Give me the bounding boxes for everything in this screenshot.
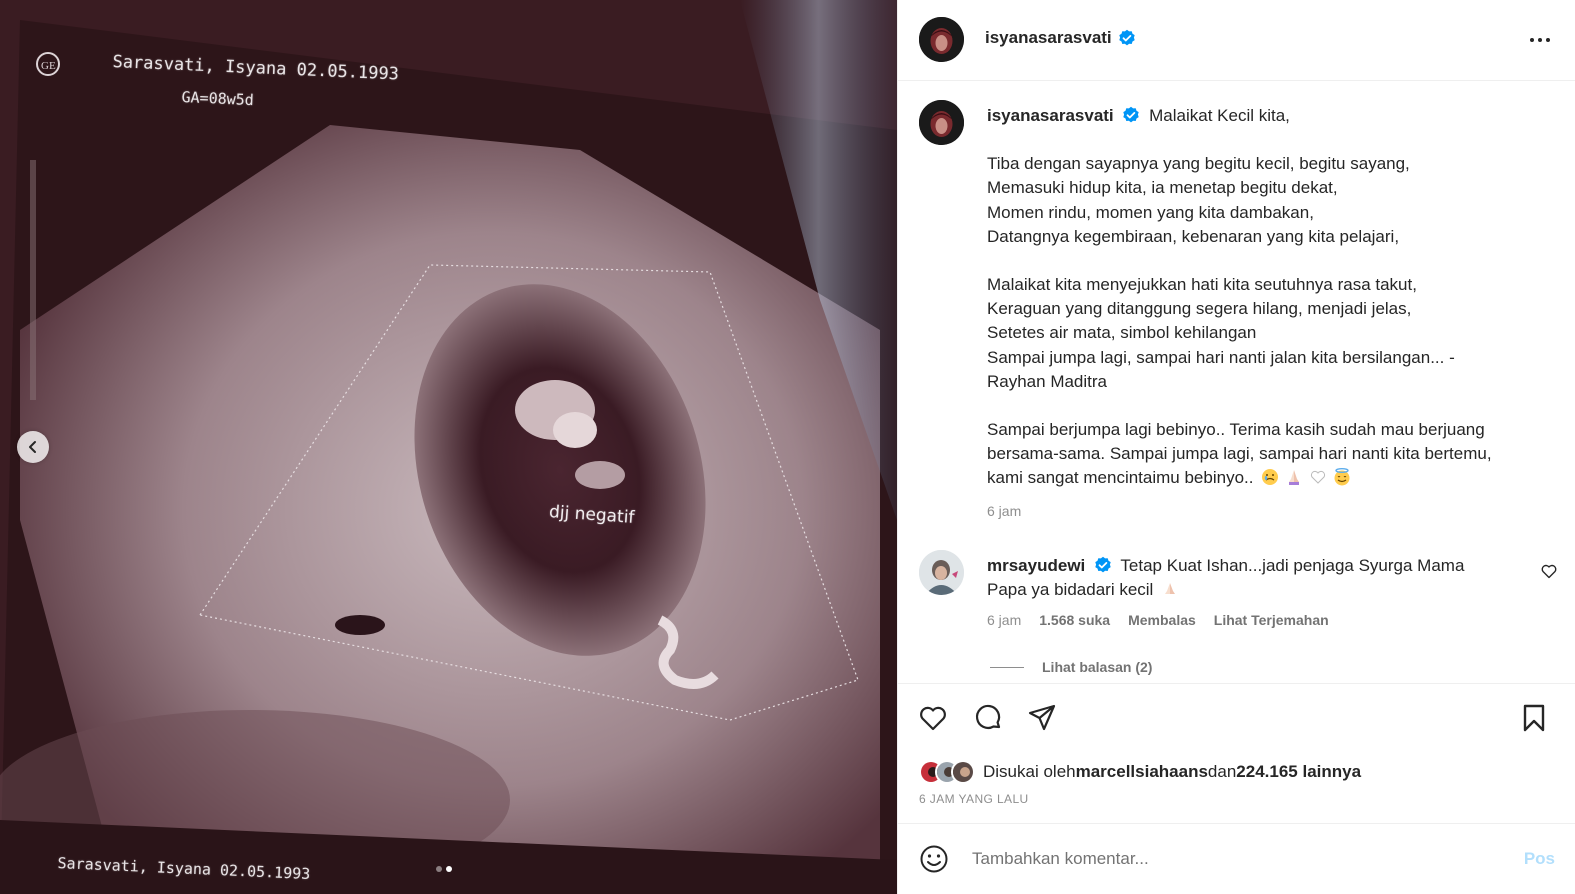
likes-summary: Disukai oleh marcellsiahaans dan 224.165…	[919, 760, 1361, 784]
comment-icon[interactable]	[972, 702, 1004, 734]
caption-first-line: Malaikat Kecil kita,	[1149, 106, 1290, 125]
comment-heart-icon[interactable]	[1540, 562, 1558, 580]
emoji-icon[interactable]	[919, 844, 949, 874]
more-icon[interactable]	[1528, 30, 1552, 50]
svg-text:GE: GE	[41, 60, 56, 72]
view-replies-button[interactable]: Lihat balasan (2)	[990, 659, 1152, 675]
liked-by-user[interactable]: marcellsiahaans	[1076, 762, 1208, 782]
author-username-text[interactable]: isyanasarasvati	[985, 28, 1112, 48]
liker-avatar[interactable]	[951, 760, 975, 784]
comment-input[interactable]	[972, 844, 1492, 874]
post-time-ago[interactable]: 6 JAM YANG LALU	[919, 792, 1029, 806]
crying-face-icon	[1262, 469, 1279, 486]
commenter-username[interactable]: mrsayudewi	[987, 556, 1085, 575]
comment-time[interactable]: 6 jam	[987, 612, 1021, 628]
comment-reply-button[interactable]: Membalas	[1128, 612, 1196, 628]
verified-badge-icon	[1118, 29, 1135, 46]
folded-hands-icon	[1165, 583, 1176, 595]
likes-count[interactable]: 224.165 lainnya	[1236, 762, 1361, 782]
liker-avatars	[919, 760, 975, 784]
white-heart-icon	[1311, 471, 1326, 485]
post-header: isyanasarasvati	[898, 0, 1575, 81]
commenter-avatar[interactable]	[919, 550, 964, 595]
heart-icon[interactable]	[917, 702, 949, 734]
caption-avatar[interactable]	[919, 100, 964, 145]
post-panel: isyanasarasvati isyanasarasvati Malaikat…	[897, 0, 1575, 894]
carousel-dot-active	[446, 866, 452, 872]
smiling-face-with-halo-icon	[1334, 468, 1350, 486]
post-media: GE Sarasvati, Isyana 02.05.1993 GA=08w5d…	[0, 0, 897, 894]
author-username[interactable]: isyanasarasvati	[985, 28, 1136, 48]
carousel-dot	[436, 866, 442, 872]
caption-time: 6 jam	[987, 502, 1022, 519]
caption-username[interactable]: isyanasarasvati	[987, 106, 1114, 125]
comment-body: mrsayudewi Tetap Kuat Ishan...jadi penja…	[987, 554, 1507, 602]
bookmark-icon[interactable]	[1518, 702, 1550, 734]
author-avatar[interactable]	[919, 17, 964, 62]
likes-prefix: Disukai oleh	[983, 762, 1076, 781]
comment-likes[interactable]: 1.568 suka	[1039, 612, 1110, 628]
folded-hands-icon	[1289, 470, 1300, 486]
caption-body: isyanasarasvati Malaikat Kecil kita, Tib…	[987, 104, 1527, 523]
add-comment-bar: Pos	[898, 823, 1575, 894]
likes-middle: dan	[1207, 762, 1237, 781]
replies-divider	[990, 666, 1024, 668]
chevron-left-icon	[29, 441, 36, 453]
carousel-dots	[436, 866, 452, 872]
ultrasound-photo: GE	[0, 0, 897, 894]
comments-section[interactable]: isyanasarasvati Malaikat Kecil kita, Tib…	[898, 82, 1575, 682]
caption-stanza-2: Malaikat kita menyejukkan hati kita seut…	[987, 275, 1455, 391]
send-icon[interactable]	[1026, 702, 1058, 734]
scan-ga-label: GA=08w5d	[181, 88, 255, 110]
caption-stanza-1: Tiba dengan sayapnya yang begitu kecil, …	[987, 154, 1410, 246]
carousel-prev-button[interactable]	[17, 431, 49, 463]
post-comment-button[interactable]: Pos	[1524, 849, 1555, 869]
comment-meta: 6 jam 1.568 suka Membalas Lihat Terjemah…	[987, 612, 1329, 628]
view-replies-label[interactable]: Lihat balasan (2)	[1042, 659, 1152, 675]
caption-stanza-3: Sampai berjumpa lagi bebinyo.. Terima ka…	[987, 420, 1492, 488]
post-actions: Disukai oleh marcellsiahaans dan 224.165…	[898, 683, 1575, 823]
verified-badge-icon	[1123, 106, 1140, 123]
comment-translate-button[interactable]: Lihat Terjemahan	[1214, 612, 1329, 628]
verified-badge-icon	[1095, 556, 1111, 573]
